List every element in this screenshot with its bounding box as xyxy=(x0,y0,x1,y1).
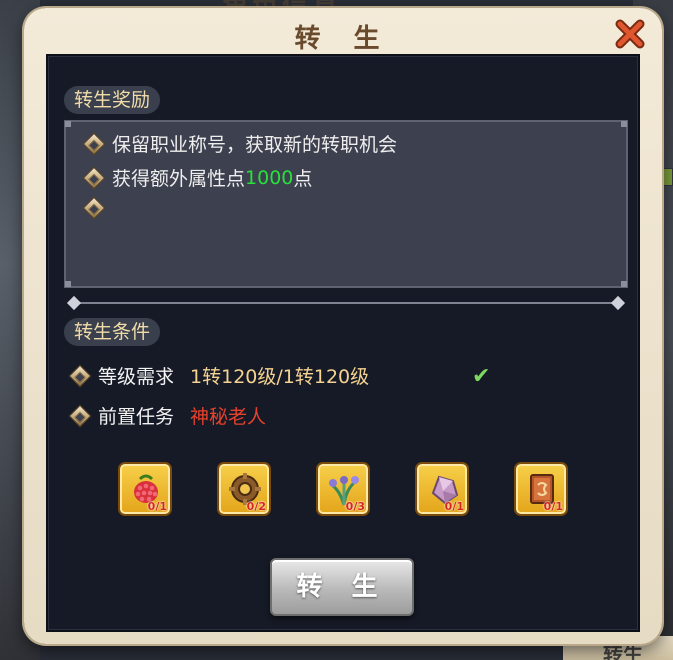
conditions-section-label: 转生条件 xyxy=(64,318,161,346)
rewards-section-label: 转生奖励 xyxy=(64,86,161,114)
item-slot[interactable]: 0/1 xyxy=(118,462,172,516)
diamond-bullet-icon xyxy=(68,364,92,387)
reward-line: 保留职业称号，获取新的转职机会 xyxy=(82,130,398,157)
rebirth-dialog: 转 生 转生奖励 保留职业称号，获取新的转职机会 获得额外属性点1000点 xyxy=(24,8,662,644)
condition-quest: 前置任务 神秘老人 xyxy=(68,402,267,429)
dialog-content-panel: 转生奖励 保留职业称号，获取新的转职机会 获得额外属性点 1000 点 转生条件… xyxy=(46,54,640,632)
dialog-title: 转 生 xyxy=(294,24,392,54)
item-slot[interactable]: 0/3 xyxy=(316,462,370,516)
required-items: 0/1 0/2 0/3 0/1 0/1 xyxy=(118,462,578,518)
item-count: 0/1 xyxy=(543,500,563,513)
item-count: 0/2 xyxy=(246,500,266,513)
close-icon[interactable] xyxy=(614,18,646,50)
item-slot[interactable]: 0/1 xyxy=(415,462,469,516)
condition-label: 前置任务 xyxy=(98,406,175,428)
condition-level: 等级需求 1转120级/1转120级 xyxy=(68,362,370,389)
divider xyxy=(66,295,626,311)
corner-decoration xyxy=(65,281,71,287)
diamond-bullet-icon xyxy=(82,132,106,155)
condition-label: 等级需求 xyxy=(98,366,175,388)
divider-end xyxy=(610,295,626,311)
condition-value: 神秘老人 xyxy=(190,406,267,428)
item-slot[interactable]: 0/1 xyxy=(514,462,568,516)
corner-decoration xyxy=(65,121,71,127)
item-count: 0/3 xyxy=(345,500,365,513)
item-count: 0/1 xyxy=(147,500,167,513)
reward-value: 1000 xyxy=(245,166,294,189)
rewards-box: 保留职业称号，获取新的转职机会 获得额外属性点 1000 点 xyxy=(64,120,628,288)
reward-text: 获得额外属性点 xyxy=(112,168,246,190)
condition-value: 1转120级/1转120级 xyxy=(190,366,370,388)
item-slot[interactable]: 0/2 xyxy=(217,462,271,516)
reward-line xyxy=(82,196,112,220)
rebirth-button[interactable]: 转 生 xyxy=(270,558,414,616)
reward-text: 点 xyxy=(293,168,313,190)
diamond-bullet-icon xyxy=(82,196,106,220)
corner-decoration xyxy=(621,121,627,127)
reward-line: 获得额外属性点 1000 点 xyxy=(82,164,313,191)
diamond-bullet-icon xyxy=(82,166,106,189)
checkmark-icon: ✔ xyxy=(472,364,491,389)
divider-end xyxy=(66,295,82,311)
diamond-bullet-icon xyxy=(68,404,92,427)
reward-text: 保留职业称号，获取新的转职机会 xyxy=(112,134,398,156)
item-count: 0/1 xyxy=(444,500,464,513)
corner-decoration xyxy=(621,281,627,287)
